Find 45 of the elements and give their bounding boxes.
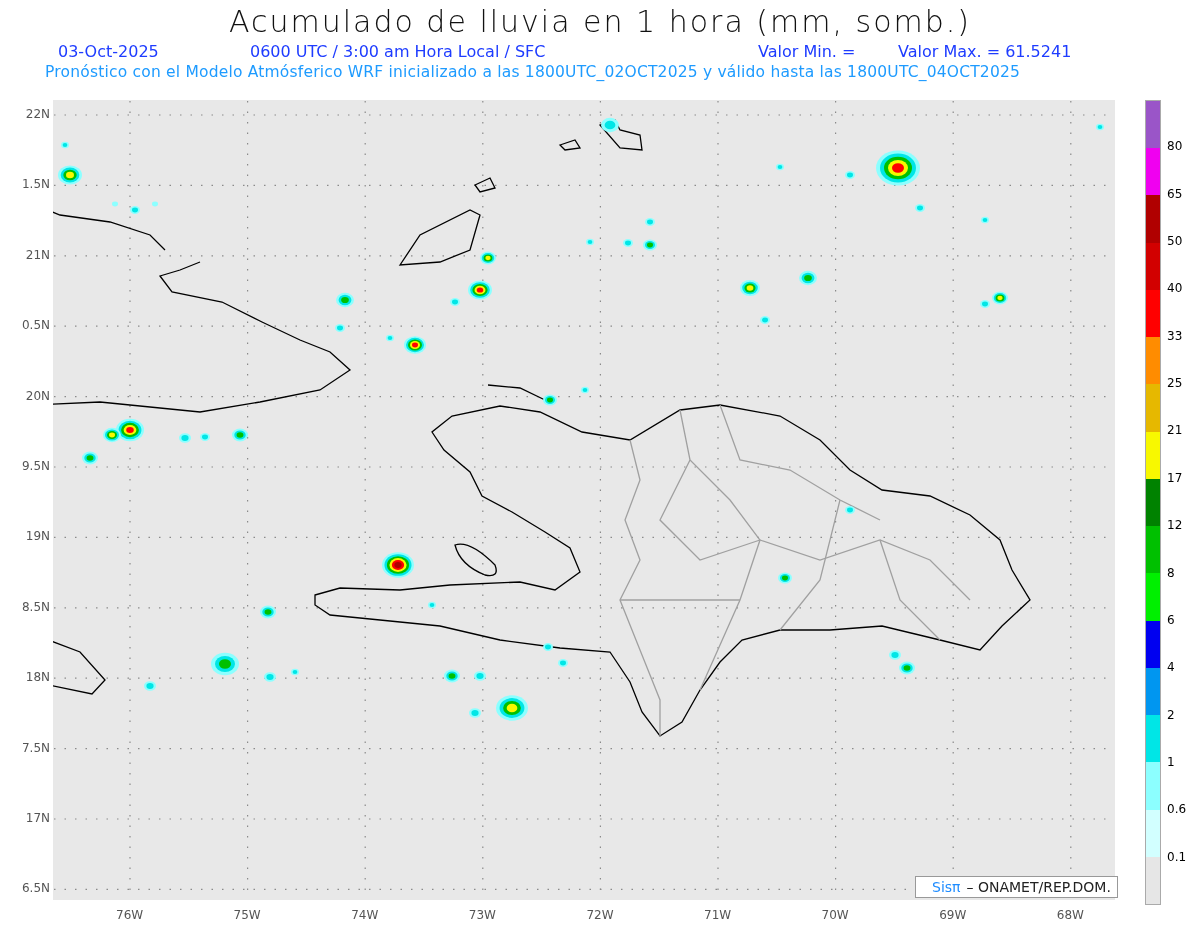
min-value: Valor Min. = — [758, 42, 856, 61]
latitude-label: 19N — [25, 529, 50, 544]
latitude-label: 17N — [25, 811, 50, 825]
longitude-label: 74W — [351, 908, 379, 922]
forecast-description: Pronóstico con el Modelo Atmósferico WRF inicializado a las 1800UTC_02OCT2025 y válido hasta las 1800UTC_04OCT2025 — [45, 62, 1022, 82]
latitude-label: 21N — [25, 247, 50, 262]
scale-label: 2 — [1167, 707, 1175, 722]
scale-label: 6 — [1167, 612, 1175, 627]
latitude-label: 8.5N — [21, 599, 50, 614]
scale-label: 40 — [1167, 281, 1183, 296]
latitude-label: 6.5N — [21, 881, 50, 896]
scale-label: 12 — [1167, 518, 1183, 533]
latitude-label: 18N — [25, 670, 50, 685]
longitude-label: 75W — [233, 908, 261, 922]
scale-label: 25 — [1167, 376, 1183, 391]
latitude-label: 22N — [25, 107, 50, 121]
longitude-label: 76W — [116, 908, 144, 922]
scale-label: 21 — [1167, 423, 1183, 438]
logo: Sisπ — [932, 879, 961, 895]
forecast-date: 03-Oct-2025 — [58, 42, 159, 61]
latitude-label: 0.5N — [21, 318, 50, 333]
scale-label: 0.1 — [1167, 849, 1187, 864]
latitude-label: 1.5N — [21, 177, 50, 192]
scale-label: 17 — [1167, 470, 1183, 485]
scale-label: 8 — [1167, 565, 1175, 580]
longitude-label: 68W — [1056, 908, 1084, 922]
longitude-label: 69W — [939, 908, 967, 922]
longitude-label: 72W — [586, 908, 614, 922]
scale-label: 4 — [1167, 660, 1175, 675]
longitude-label: 73W — [468, 908, 496, 922]
forecast-time: 0600 UTC / 3:00 am Hora Local / SFC — [250, 42, 546, 61]
scale-label: 1 — [1167, 754, 1175, 769]
scale-label: 33 — [1167, 328, 1183, 343]
credit-text: – ONAMET/REP.DOM. — [966, 879, 1111, 895]
latitude-label: 9.5N — [21, 459, 50, 473]
longitude-label: 70W — [821, 908, 849, 922]
scale-label: 0.6 — [1167, 802, 1187, 817]
scale-label: 65 — [1167, 186, 1183, 201]
latitude-label: 20N — [25, 388, 50, 403]
max-value: Valor Max. = 61.5241 — [898, 42, 1072, 61]
latitude-label: 7.5N — [21, 740, 50, 755]
map-title: Acumulado de lluvia en 1 hora (mm, somb.) — [228, 4, 972, 40]
longitude-label: 71W — [704, 908, 732, 922]
scale-label: 80 — [1167, 139, 1183, 154]
scale-label: 50 — [1167, 234, 1183, 249]
